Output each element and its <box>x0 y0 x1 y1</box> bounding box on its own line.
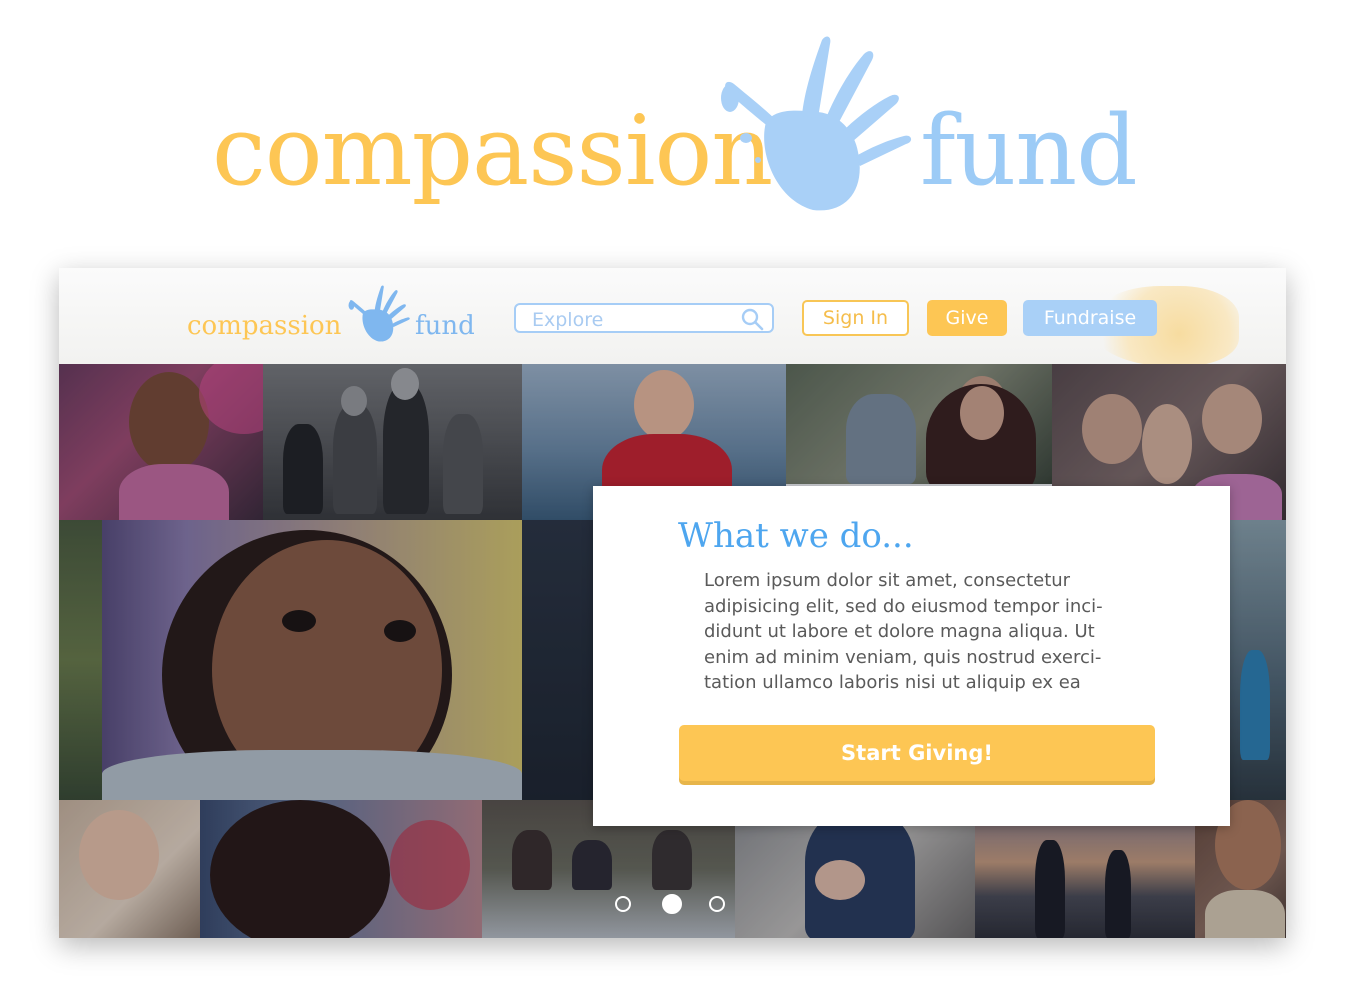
carousel-indicator <box>615 894 735 918</box>
nav-logo-fund: fund <box>415 311 475 341</box>
carousel-dot-1[interactable] <box>615 896 631 912</box>
card-description-line: enim ad minim veniam, quis nostrud exerc… <box>704 646 1102 668</box>
photo-woman-hijab <box>786 364 1052 484</box>
what-we-do-card: What we do... Lorem ipsum dolor sit amet… <box>593 486 1230 826</box>
photo-street-children <box>1230 520 1286 800</box>
start-giving-button[interactable]: Start Giving! <box>679 725 1155 781</box>
card-title: What we do... <box>678 516 914 556</box>
photo-boys-black-white <box>263 364 522 520</box>
fundraise-button[interactable]: Fundraise <box>1023 300 1157 336</box>
card-description-line: tation ullamco laboris nisi ut aliquip e… <box>704 672 1081 694</box>
search-input[interactable] <box>530 307 734 333</box>
nav-logo-compassion: compassion <box>187 311 342 341</box>
website-mockup: compassion fund Sign In <box>59 268 1286 938</box>
photo-greenery-edge <box>59 520 102 800</box>
search-box[interactable] <box>514 303 774 333</box>
navigation-bar: compassion fund Sign In <box>59 268 1286 366</box>
brand-logo-large: compassion fund <box>0 0 1349 240</box>
brand-word-fund: fund <box>920 95 1138 207</box>
sign-in-button[interactable]: Sign In <box>802 300 909 336</box>
photo-girl-colored-powder <box>59 364 263 520</box>
card-description: Lorem ipsum dolor sit amet, consectetur … <box>704 568 1164 696</box>
give-button[interactable]: Give <box>927 300 1007 336</box>
photo-building-dark <box>522 520 593 800</box>
card-description-line: adipisicing elit, sed do eiusmod tempor … <box>704 595 1103 617</box>
photo-child-drawing <box>59 800 200 938</box>
carousel-dot-3[interactable] <box>709 896 725 912</box>
photo-baby-smiling <box>200 800 482 938</box>
brand-word-compassion: compassion <box>212 95 773 207</box>
carousel-dot-2-active[interactable] <box>662 894 682 914</box>
handprint-icon <box>721 36 912 211</box>
photo-girl-closeup <box>102 520 522 800</box>
search-icon[interactable] <box>740 307 764 331</box>
nav-logo[interactable]: compassion fund <box>187 282 487 346</box>
handprint-icon <box>348 285 410 342</box>
card-description-line: Lorem ipsum dolor sit amet, consectetur <box>704 570 1071 591</box>
card-description-line: didunt ut labore et dolore magna aliqua.… <box>704 621 1095 643</box>
